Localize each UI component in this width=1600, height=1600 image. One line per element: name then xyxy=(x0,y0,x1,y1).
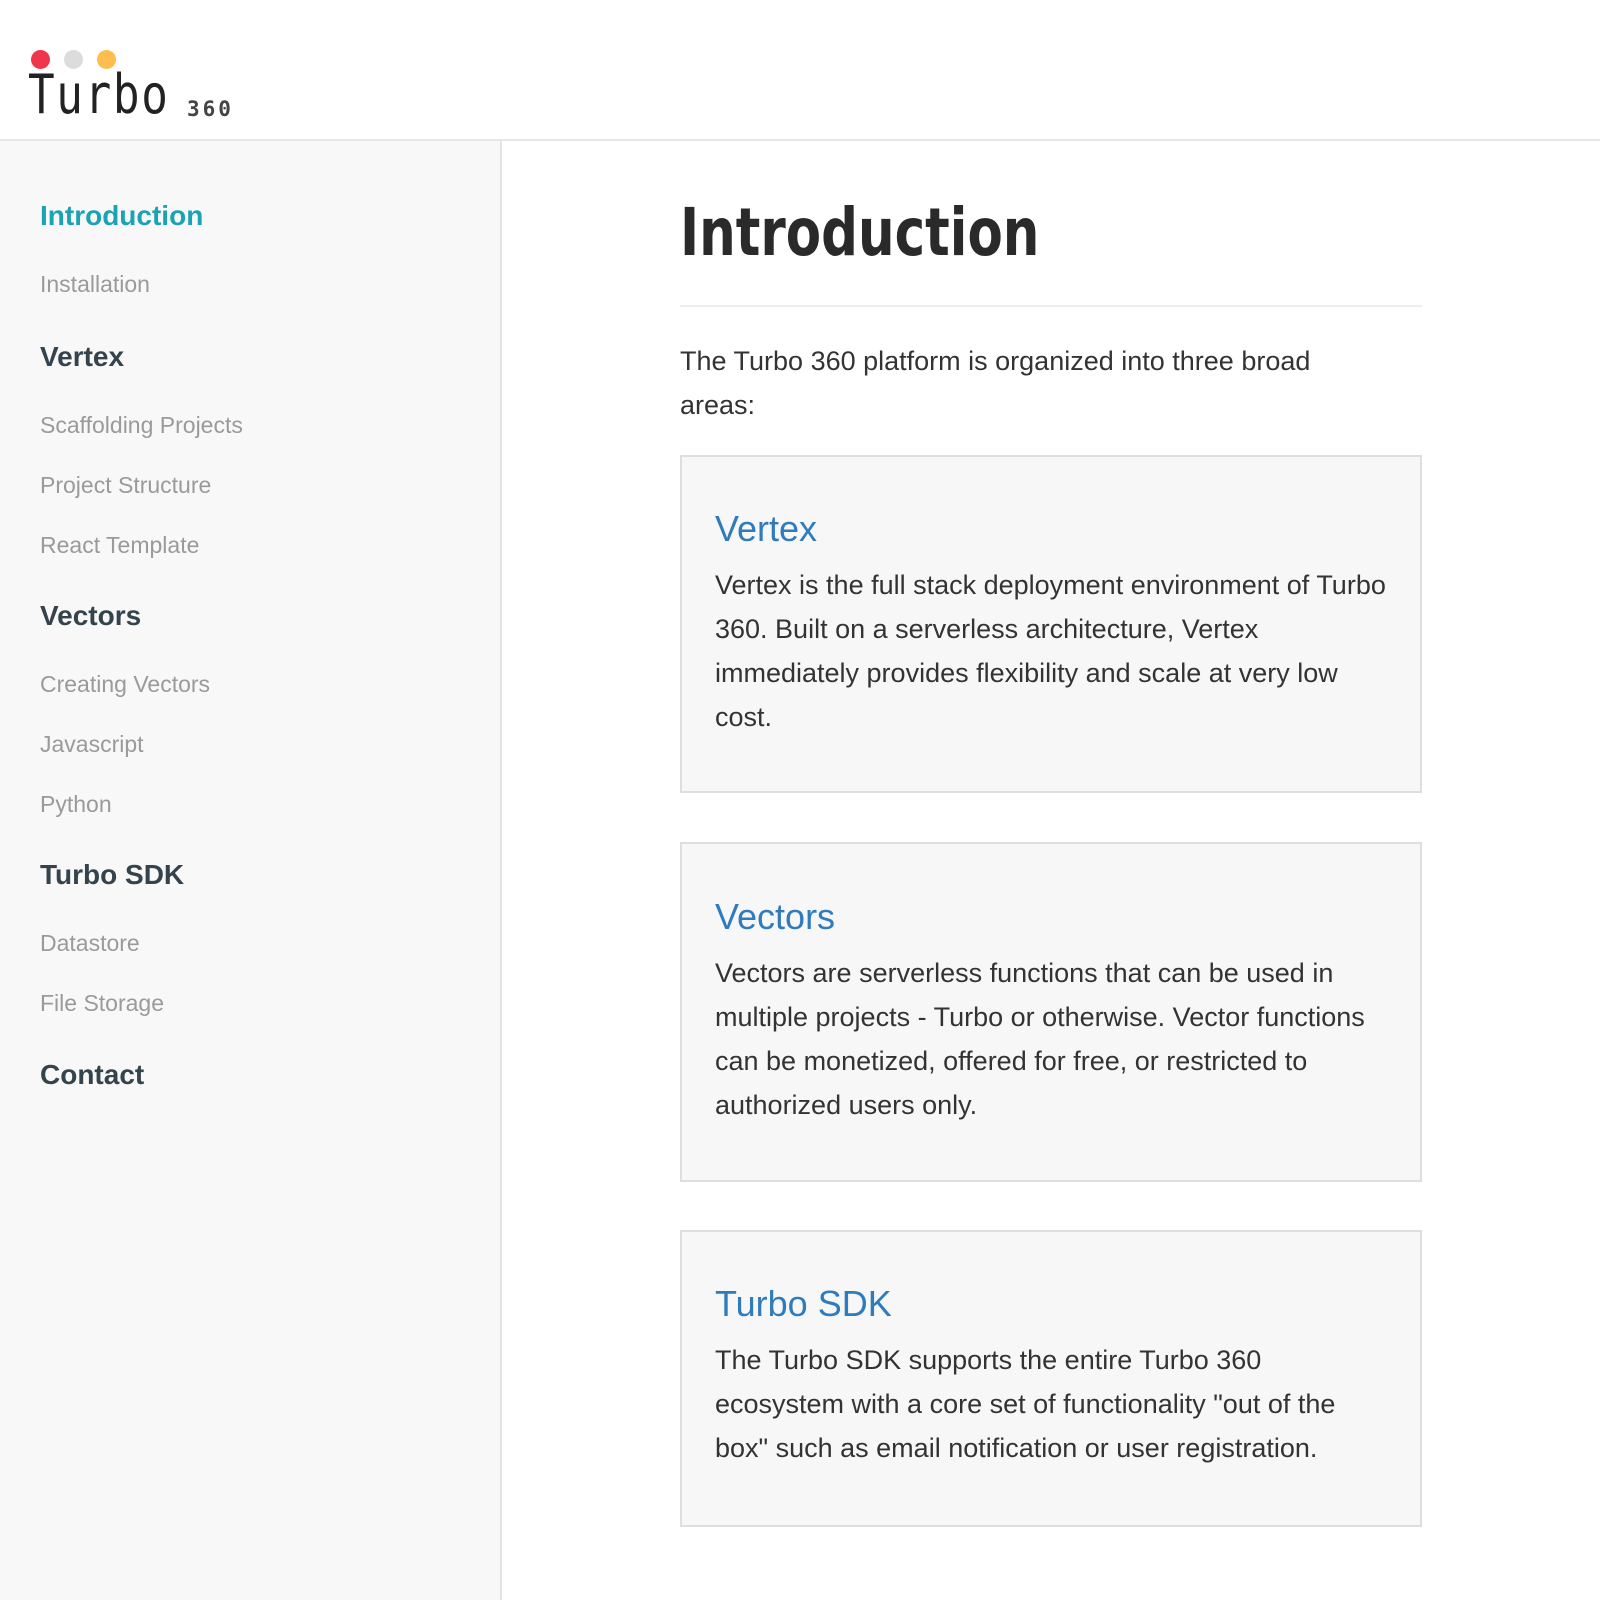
sidebar-item-python[interactable]: Python xyxy=(40,791,112,818)
logo-version: 360 xyxy=(187,97,234,121)
sidebar-item-vertex[interactable]: Vertex xyxy=(40,341,124,373)
sidebar-item-project-structure[interactable]: Project Structure xyxy=(40,472,211,499)
card-turbo-sdk: Turbo SDK The Turbo SDK supports the ent… xyxy=(680,1230,1422,1527)
logo-wordmark: Turbo xyxy=(28,63,170,126)
page-title: Introduction xyxy=(680,194,1040,271)
sidebar-item-javascript[interactable]: Javascript xyxy=(40,731,144,758)
card-body-vertex: Vertex is the full stack deployment envi… xyxy=(715,570,1386,732)
card-body-turbo-sdk: The Turbo SDK supports the entire Turbo … xyxy=(715,1345,1336,1463)
main-content: Introduction The Turbo 360 platform is o… xyxy=(502,141,1600,1600)
sidebar-item-scaffolding-projects[interactable]: Scaffolding Projects xyxy=(40,412,243,439)
card-title-turbo-sdk[interactable]: Turbo SDK xyxy=(715,1282,892,1326)
sidebar-item-turbo-sdk[interactable]: Turbo SDK xyxy=(40,859,184,891)
card-vertex: Vertex Vertex is the full stack deployme… xyxy=(680,455,1422,793)
card-body-vectors: Vectors are serverless functions that ca… xyxy=(715,958,1365,1120)
sidebar-item-installation[interactable]: Installation xyxy=(40,271,150,298)
docs-sidebar: Introduction Installation Vertex Scaffol… xyxy=(0,141,502,1600)
intro-paragraph: The Turbo 360 platform is organized into… xyxy=(680,346,1311,420)
title-divider xyxy=(680,305,1422,307)
top-header: Turbo 360 xyxy=(0,0,1600,141)
sidebar-item-datastore[interactable]: Datastore xyxy=(40,930,140,957)
sidebar-item-contact[interactable]: Contact xyxy=(40,1059,144,1091)
turbo-360-logo[interactable]: Turbo 360 xyxy=(28,48,258,128)
card-title-vertex[interactable]: Vertex xyxy=(715,507,817,551)
sidebar-item-vectors[interactable]: Vectors xyxy=(40,600,141,632)
sidebar-item-creating-vectors[interactable]: Creating Vectors xyxy=(40,671,210,698)
card-title-vectors[interactable]: Vectors xyxy=(715,895,835,939)
sidebar-item-introduction[interactable]: Introduction xyxy=(40,200,203,232)
card-vectors: Vectors Vectors are serverless functions… xyxy=(680,842,1422,1182)
sidebar-item-react-template[interactable]: React Template xyxy=(40,532,199,559)
sidebar-item-file-storage[interactable]: File Storage xyxy=(40,990,164,1017)
